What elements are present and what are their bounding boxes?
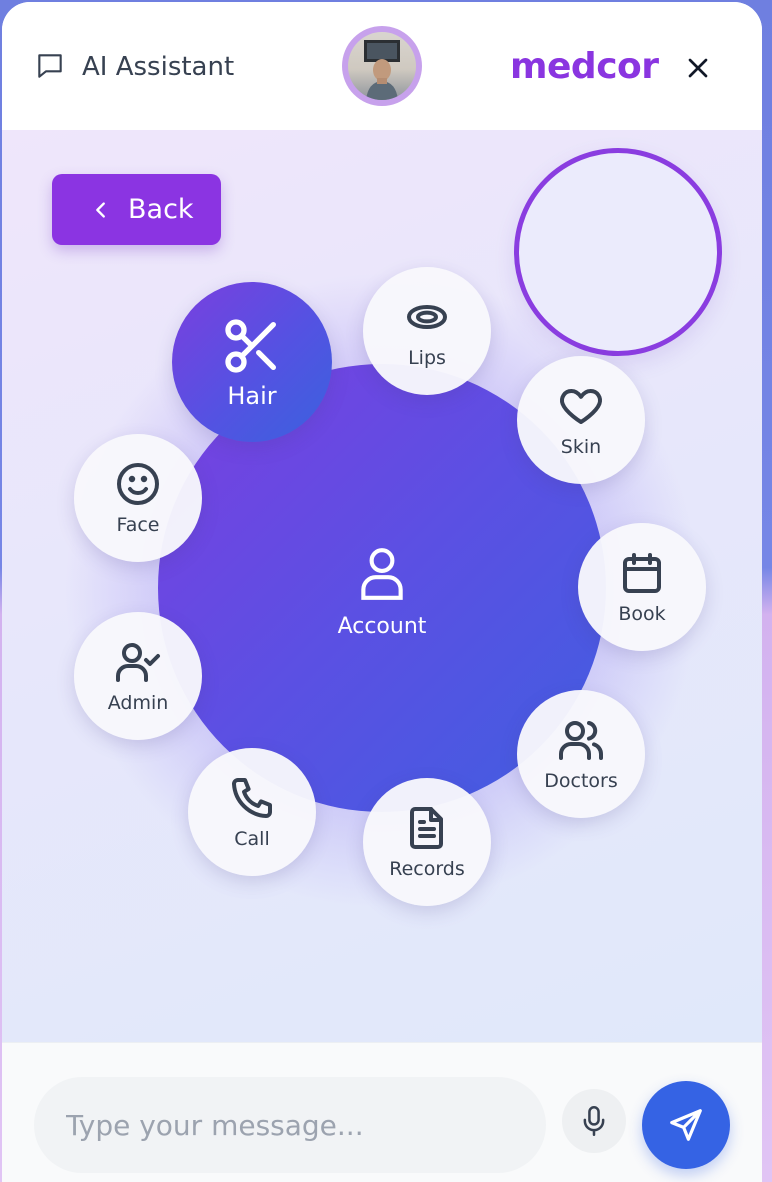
mic-button[interactable] <box>562 1089 626 1153</box>
menu-item-label: Hair <box>227 382 277 410</box>
smile-icon <box>117 463 159 505</box>
menu-item-book[interactable]: Book <box>578 523 706 651</box>
chevron-left-icon <box>96 201 105 218</box>
menu-item-hair[interactable]: Hair <box>172 282 332 442</box>
menu-item-label: Book <box>618 603 666 625</box>
menu-item-face[interactable]: Face <box>74 434 202 562</box>
menu-item-doctors[interactable]: Doctors <box>517 690 645 818</box>
scissors-icon <box>225 319 276 373</box>
assistant-window: AI Assistant medcor Back Account Hair Li… <box>2 2 762 1182</box>
voice-ring <box>514 148 722 356</box>
phone-icon <box>232 778 272 818</box>
menu-item-skin[interactable]: Skin <box>517 356 645 484</box>
document-icon <box>410 807 443 849</box>
menu-item-label: Doctors <box>544 770 618 792</box>
send-button[interactable] <box>642 1081 730 1169</box>
avatar-photo <box>348 32 416 100</box>
back-button-label: Back <box>128 194 194 225</box>
microphone-icon <box>583 1106 605 1136</box>
menu-item-admin[interactable]: Admin <box>74 612 202 740</box>
menu-item-label: Face <box>116 514 160 536</box>
account-label: Account <box>337 613 427 639</box>
users-icon <box>559 721 604 760</box>
menu-item-call[interactable]: Call <box>188 748 316 876</box>
menu-item-lips[interactable]: Lips <box>363 267 491 395</box>
user-check-icon <box>116 643 160 682</box>
avatar[interactable] <box>342 26 422 106</box>
menu-item-label: Lips <box>408 347 446 369</box>
header: AI Assistant medcor <box>2 2 762 130</box>
calendar-icon <box>623 553 661 593</box>
back-button[interactable]: Back <box>52 174 221 245</box>
composer <box>2 1042 762 1182</box>
heart-icon <box>560 389 602 424</box>
menu-item-label: Admin <box>107 692 169 714</box>
menu-item-label: Skin <box>560 436 602 458</box>
lips-icon <box>407 305 447 329</box>
message-input[interactable] <box>34 1077 546 1173</box>
menu-item-records[interactable]: Records <box>363 778 491 906</box>
radial-menu-area: Back Account Hair Lips Skin Face Book Ad… <box>2 130 762 1042</box>
header-title: AI Assistant <box>82 52 235 82</box>
user-icon <box>361 547 403 600</box>
menu-item-label: Call <box>234 828 270 850</box>
menu-item-label: Records <box>389 858 465 880</box>
send-icon <box>670 1109 702 1141</box>
chat-bubble-icon <box>38 54 62 78</box>
brand-logo: medcor <box>510 46 659 87</box>
close-icon[interactable] <box>682 52 714 84</box>
